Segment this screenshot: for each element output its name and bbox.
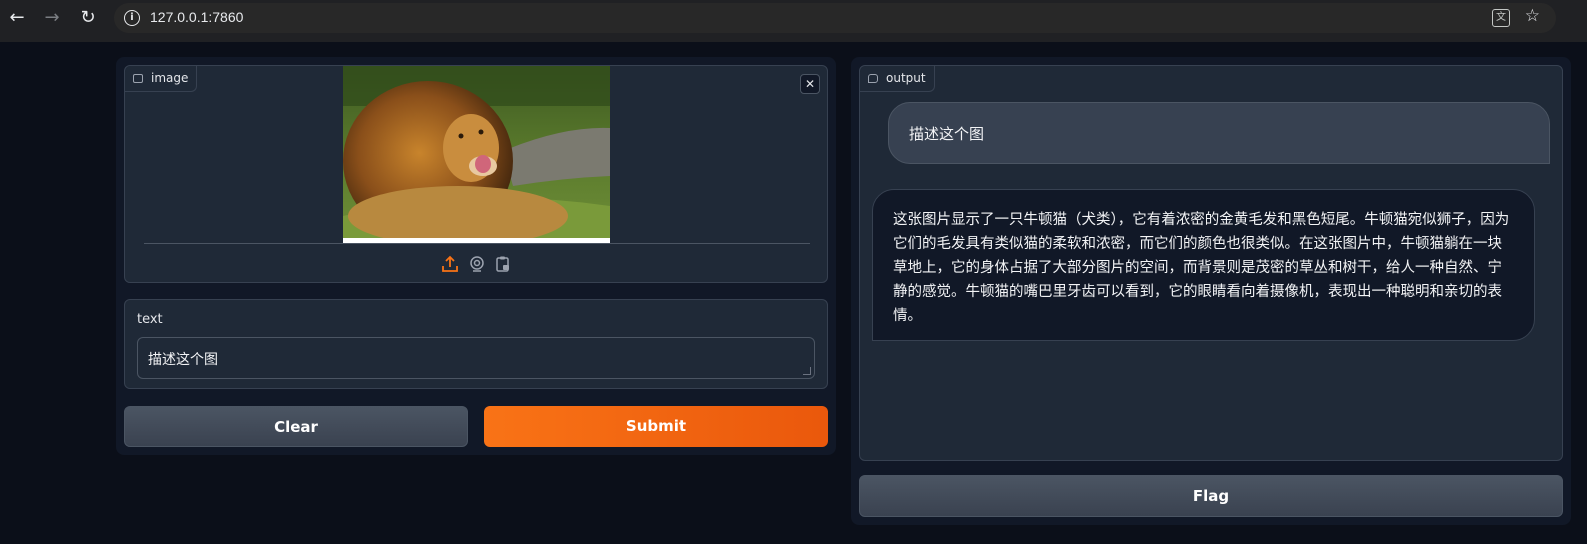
image-icon (133, 74, 143, 83)
uploaded-image (343, 66, 610, 243)
address-bar[interactable]: i 127.0.0.1:7860 文 ☆ (114, 3, 1556, 33)
text-label: text (137, 312, 163, 327)
reload-icon[interactable]: ↻ (78, 8, 98, 28)
divider (144, 243, 810, 244)
flag-button[interactable]: Flag (859, 475, 1563, 517)
forward-icon[interactable]: → (42, 8, 62, 28)
input-panel: image ✕ text 描述这个图 Clear Submit (116, 57, 836, 455)
bookmark-star-icon[interactable]: ☆ (1525, 6, 1540, 26)
translate-icon[interactable]: 文 (1492, 9, 1510, 27)
output-panel: output 描述这个图 这张图片显示了一只牛顿猫（犬类），它有着浓密的金黄毛发… (851, 57, 1571, 525)
webcam-icon[interactable] (468, 255, 486, 273)
image-label: image (125, 66, 198, 92)
upload-icon[interactable] (441, 255, 459, 273)
image-input[interactable]: image ✕ (124, 65, 828, 283)
url-text: 127.0.0.1:7860 (150, 9, 244, 25)
remove-image-button[interactable]: ✕ (800, 74, 820, 94)
back-icon[interactable]: ← (7, 8, 27, 28)
chatbot-output: output 描述这个图 这张图片显示了一只牛顿猫（犬类），它有着浓密的金黄毛发… (859, 65, 1563, 461)
clipboard-icon[interactable] (494, 255, 512, 273)
bot-message: 这张图片显示了一只牛顿猫（犬类），它有着浓密的金黄毛发和黑色短尾。牛顿猫宛似狮子… (872, 189, 1535, 341)
site-info-icon[interactable]: i (124, 10, 140, 26)
text-input[interactable]: 描述这个图 (137, 337, 815, 379)
output-label: output (860, 66, 935, 92)
browser-toolbar: ← → ↻ i 127.0.0.1:7860 文 ☆ (0, 0, 1587, 42)
clear-button[interactable]: Clear (124, 406, 468, 447)
resize-handle[interactable] (803, 367, 811, 375)
user-message: 描述这个图 (888, 102, 1550, 164)
text-input-block: text 描述这个图 (124, 299, 828, 389)
submit-button[interactable]: Submit (484, 406, 828, 447)
chat-icon (868, 74, 878, 83)
